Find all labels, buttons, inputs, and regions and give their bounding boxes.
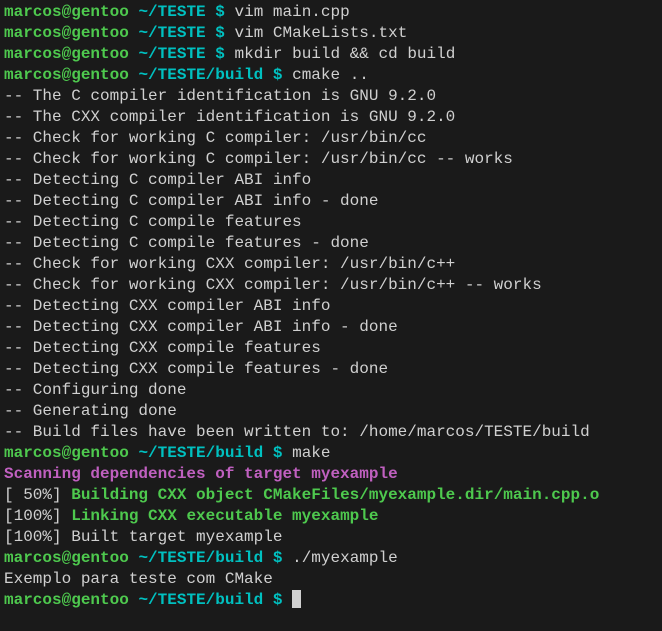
- prompt-symbol: $: [273, 66, 283, 84]
- prompt-line: marcos@gentoo ~/TESTE $ vim main.cpp: [4, 2, 658, 23]
- user-host: marcos@gentoo: [4, 3, 129, 21]
- output-line: -- Check for working C compiler: /usr/bi…: [4, 149, 658, 170]
- output-line: -- Detecting C compiler ABI info - done: [4, 191, 658, 212]
- user-host: marcos@gentoo: [4, 591, 129, 609]
- output-line: -- Check for working CXX compiler: /usr/…: [4, 275, 658, 296]
- path: ~/TESTE: [138, 45, 205, 63]
- make-build-line: [ 50%] Building CXX object CMakeFiles/my…: [4, 485, 658, 506]
- prompt-symbol: $: [215, 24, 225, 42]
- path: ~/TESTE: [138, 24, 205, 42]
- build-msg: Building CXX object CMakeFiles/myexample…: [71, 486, 599, 504]
- output-line: -- Detecting C compiler ABI info: [4, 170, 658, 191]
- output-line: -- Detecting CXX compiler ABI info: [4, 296, 658, 317]
- user-host: marcos@gentoo: [4, 45, 129, 63]
- command-text: vim main.cpp: [234, 3, 349, 21]
- output-line: -- Detecting C compile features - done: [4, 233, 658, 254]
- prompt-line: marcos@gentoo ~/TESTE $ vim CMakeLists.t…: [4, 23, 658, 44]
- prompt-line-active[interactable]: marcos@gentoo ~/TESTE/build $: [4, 590, 658, 611]
- prompt-symbol: $: [215, 45, 225, 63]
- make-link-line: [100%] Linking CXX executable myexample: [4, 506, 658, 527]
- output-line: -- The CXX compiler identification is GN…: [4, 107, 658, 128]
- output-line: -- Check for working C compiler: /usr/bi…: [4, 128, 658, 149]
- cursor-icon: [292, 590, 301, 608]
- output-line: -- Configuring done: [4, 380, 658, 401]
- link-msg: Linking CXX executable myexample: [71, 507, 378, 525]
- command-text: make: [292, 444, 330, 462]
- path: ~/TESTE/build: [138, 591, 263, 609]
- prompt-symbol: $: [273, 549, 283, 567]
- prompt-line: marcos@gentoo ~/TESTE/build $ make: [4, 443, 658, 464]
- program-output: Exemplo para teste com CMake: [4, 569, 658, 590]
- percent: [ 50%]: [4, 486, 71, 504]
- prompt-symbol: $: [273, 591, 283, 609]
- output-line: -- Check for working CXX compiler: /usr/…: [4, 254, 658, 275]
- output-line: -- Build files have been written to: /ho…: [4, 422, 658, 443]
- user-host: marcos@gentoo: [4, 66, 129, 84]
- prompt-line: marcos@gentoo ~/TESTE $ mkdir build && c…: [4, 44, 658, 65]
- output-line: -- Detecting CXX compile features: [4, 338, 658, 359]
- prompt-symbol: $: [215, 3, 225, 21]
- make-scan-line: Scanning dependencies of target myexampl…: [4, 464, 658, 485]
- prompt-symbol: $: [273, 444, 283, 462]
- user-host: marcos@gentoo: [4, 444, 129, 462]
- command-text: ./myexample: [292, 549, 398, 567]
- user-host: marcos@gentoo: [4, 24, 129, 42]
- make-done-line: [100%] Built target myexample: [4, 527, 658, 548]
- output-line: -- The C compiler identification is GNU …: [4, 86, 658, 107]
- output-line: -- Detecting CXX compile features - done: [4, 359, 658, 380]
- percent: [100%]: [4, 507, 71, 525]
- output-line: -- Detecting CXX compiler ABI info - don…: [4, 317, 658, 338]
- output-line: -- Detecting C compile features: [4, 212, 658, 233]
- path: ~/TESTE: [138, 3, 205, 21]
- path: ~/TESTE/build: [138, 444, 263, 462]
- path: ~/TESTE/build: [138, 549, 263, 567]
- prompt-line: marcos@gentoo ~/TESTE/build $ cmake ..: [4, 65, 658, 86]
- command-text: mkdir build && cd build: [234, 45, 455, 63]
- prompt-line: marcos@gentoo ~/TESTE/build $ ./myexampl…: [4, 548, 658, 569]
- output-line: -- Generating done: [4, 401, 658, 422]
- path: ~/TESTE/build: [138, 66, 263, 84]
- user-host: marcos@gentoo: [4, 549, 129, 567]
- command-text: cmake ..: [292, 66, 369, 84]
- command-text: vim CMakeLists.txt: [234, 24, 407, 42]
